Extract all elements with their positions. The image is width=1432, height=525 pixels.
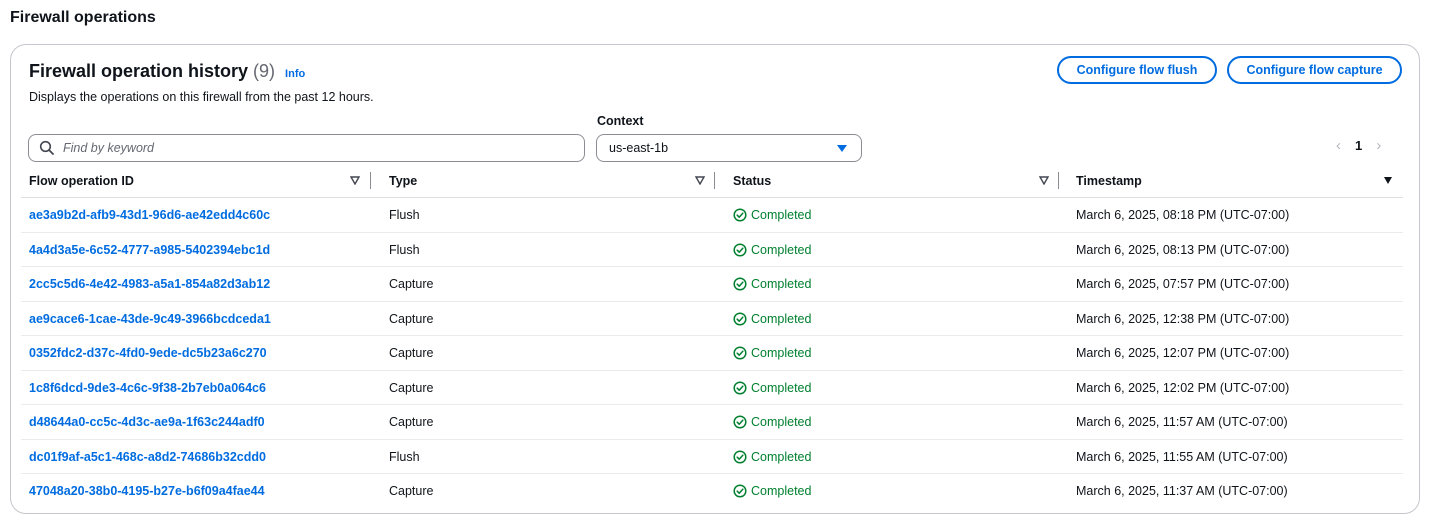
operation-type: Capture [389,380,434,395]
status-indicator: Completed [733,243,811,257]
flow-operation-id-link[interactable]: 47048a20-38b0-4195-b27e-b6f09a4fae44 [29,484,265,498]
table-body: ae3a9b2d-afb9-43d1-96d6-ae42edd4c60c Flu… [21,198,1403,509]
operation-type: Flush [389,242,420,257]
panel-description: Displays the operations on this firewall… [29,90,374,104]
table-row: 2cc5c5d6-4e42-4983-a5a1-854a82d3ab12 Cap… [21,267,1403,302]
caret-down-icon [837,145,847,152]
table-row: 0352fdc2-d37c-4fd0-9ede-dc5b23a6c270 Cap… [21,336,1403,371]
header-flow-operation-id[interactable]: Flow operation ID [29,174,134,188]
configure-flow-capture-button[interactable]: Configure flow capture [1227,56,1402,84]
column-resizer[interactable] [714,172,715,189]
status-text: Completed [751,380,812,395]
flow-operation-id-link[interactable]: ae3a9b2d-afb9-43d1-96d6-ae42edd4c60c [29,208,270,222]
check-circle-icon [733,484,747,498]
chevron-right-icon[interactable]: › [1376,137,1381,154]
operation-timestamp: March 6, 2025, 08:18 PM (UTC-07:00) [1076,208,1290,222]
flow-operation-id-link[interactable]: 2cc5c5d6-4e42-4983-a5a1-854a82d3ab12 [29,277,270,291]
operation-count: (9) [253,61,276,81]
sort-descending-icon[interactable] [1383,176,1393,185]
check-circle-icon [733,449,747,464]
status-text: Completed [751,242,812,257]
table-row: ae9cace6-1cae-43de-9c49-3966bcdceda1 Cap… [21,302,1403,336]
status-text: Completed [751,311,812,326]
operation-history-panel: Firewall operation history (9) Info Disp… [10,44,1420,514]
operation-timestamp: March 6, 2025, 08:13 PM (UTC-07:00) [1076,242,1290,257]
status-indicator: Completed [733,415,811,429]
status-indicator: Completed [733,346,811,360]
search-input[interactable] [63,141,563,155]
status-text: Completed [751,208,812,222]
operation-timestamp: March 6, 2025, 11:37 AM (UTC-07:00) [1076,484,1288,498]
table-row: 4a4d3a5e-6c52-4777-a985-5402394ebc1d Flu… [21,233,1403,267]
check-circle-icon [733,311,747,326]
status-indicator: Completed [733,312,811,326]
table-row: 47048a20-38b0-4195-b27e-b6f09a4fae44 Cap… [21,474,1403,509]
sort-icon[interactable] [1039,176,1049,185]
table-row: ae3a9b2d-afb9-43d1-96d6-ae42edd4c60c Flu… [21,198,1403,233]
operations-table: Flow operation ID Type Status Timestamp … [21,167,1403,509]
flow-operation-id-link[interactable]: 0352fdc2-d37c-4fd0-9ede-dc5b23a6c270 [29,346,267,360]
status-text: Completed [751,415,812,429]
header-type[interactable]: Type [389,174,417,188]
operation-type: Flush [389,449,420,464]
search-field[interactable] [28,134,585,162]
search-icon [39,140,54,155]
check-circle-icon [733,346,747,360]
column-resizer[interactable] [370,172,371,189]
check-circle-icon [733,208,747,222]
status-text: Completed [751,449,812,464]
check-circle-icon [733,242,747,257]
status-indicator: Completed [733,208,811,222]
operation-timestamp: March 6, 2025, 11:55 AM (UTC-07:00) [1076,449,1288,464]
configure-flow-flush-button[interactable]: Configure flow flush [1057,56,1217,84]
panel-header: Firewall operation history (9) Info [29,61,305,82]
check-circle-icon [733,277,747,291]
header-status[interactable]: Status [733,174,771,188]
status-text: Completed [751,484,812,498]
context-label: Context [597,114,644,128]
table-row: d48644a0-cc5c-4d3c-ae9a-1f63c244adf0 Cap… [21,405,1403,440]
operation-timestamp: March 6, 2025, 07:57 PM (UTC-07:00) [1076,277,1290,291]
context-selected-value: us-east-1b [609,141,669,155]
status-indicator: Completed [733,381,811,395]
panel-title: Firewall operation history [29,61,249,81]
sort-icon[interactable] [350,176,360,185]
column-resizer[interactable] [1058,172,1059,189]
flow-operation-id-link[interactable]: d48644a0-cc5c-4d3c-ae9a-1f63c244adf0 [29,415,265,429]
check-circle-icon [733,415,747,429]
page-number[interactable]: 1 [1355,138,1362,153]
operation-timestamp: March 6, 2025, 12:02 PM (UTC-07:00) [1076,380,1290,395]
header-timestamp[interactable]: Timestamp [1076,174,1142,188]
flow-operation-id-link[interactable]: ae9cace6-1cae-43de-9c49-3966bcdceda1 [29,312,271,326]
table-row: dc01f9af-a5c1-468c-a8d2-74686b32cdd0 Flu… [21,440,1403,474]
operation-type: Flush [389,208,420,222]
table-header: Flow operation ID Type Status Timestamp [21,167,1403,198]
operation-timestamp: March 6, 2025, 12:07 PM (UTC-07:00) [1076,346,1290,360]
page-title: Firewall operations [10,9,156,26]
flow-operation-id-link[interactable]: 1c8f6dcd-9de3-4c6c-9f38-2b7eb0a064c6 [29,381,266,395]
flow-operation-id-link[interactable]: dc01f9af-a5c1-468c-a8d2-74686b32cdd0 [29,450,266,464]
status-indicator: Completed [733,484,811,498]
table-row: 1c8f6dcd-9de3-4c6c-9f38-2b7eb0a064c6 Cap… [21,371,1403,405]
flow-operation-id-link[interactable]: 4a4d3a5e-6c52-4777-a985-5402394ebc1d [29,243,270,257]
info-link[interactable]: Info [285,68,305,80]
operation-type: Capture [389,484,434,498]
status-indicator: Completed [733,450,811,464]
status-text: Completed [751,277,812,291]
context-select[interactable]: us-east-1b [596,134,862,162]
pagination: ‹ 1 › [1336,137,1381,154]
operation-type: Capture [389,277,434,291]
operation-type: Capture [389,415,434,429]
operation-timestamp: March 6, 2025, 12:38 PM (UTC-07:00) [1076,311,1290,326]
operation-type: Capture [389,346,434,360]
sort-icon[interactable] [695,176,705,185]
check-circle-icon [733,380,747,395]
status-indicator: Completed [733,277,811,291]
operation-type: Capture [389,311,434,326]
operation-timestamp: March 6, 2025, 11:57 AM (UTC-07:00) [1076,415,1288,429]
chevron-left-icon[interactable]: ‹ [1336,137,1341,154]
status-text: Completed [751,346,812,360]
